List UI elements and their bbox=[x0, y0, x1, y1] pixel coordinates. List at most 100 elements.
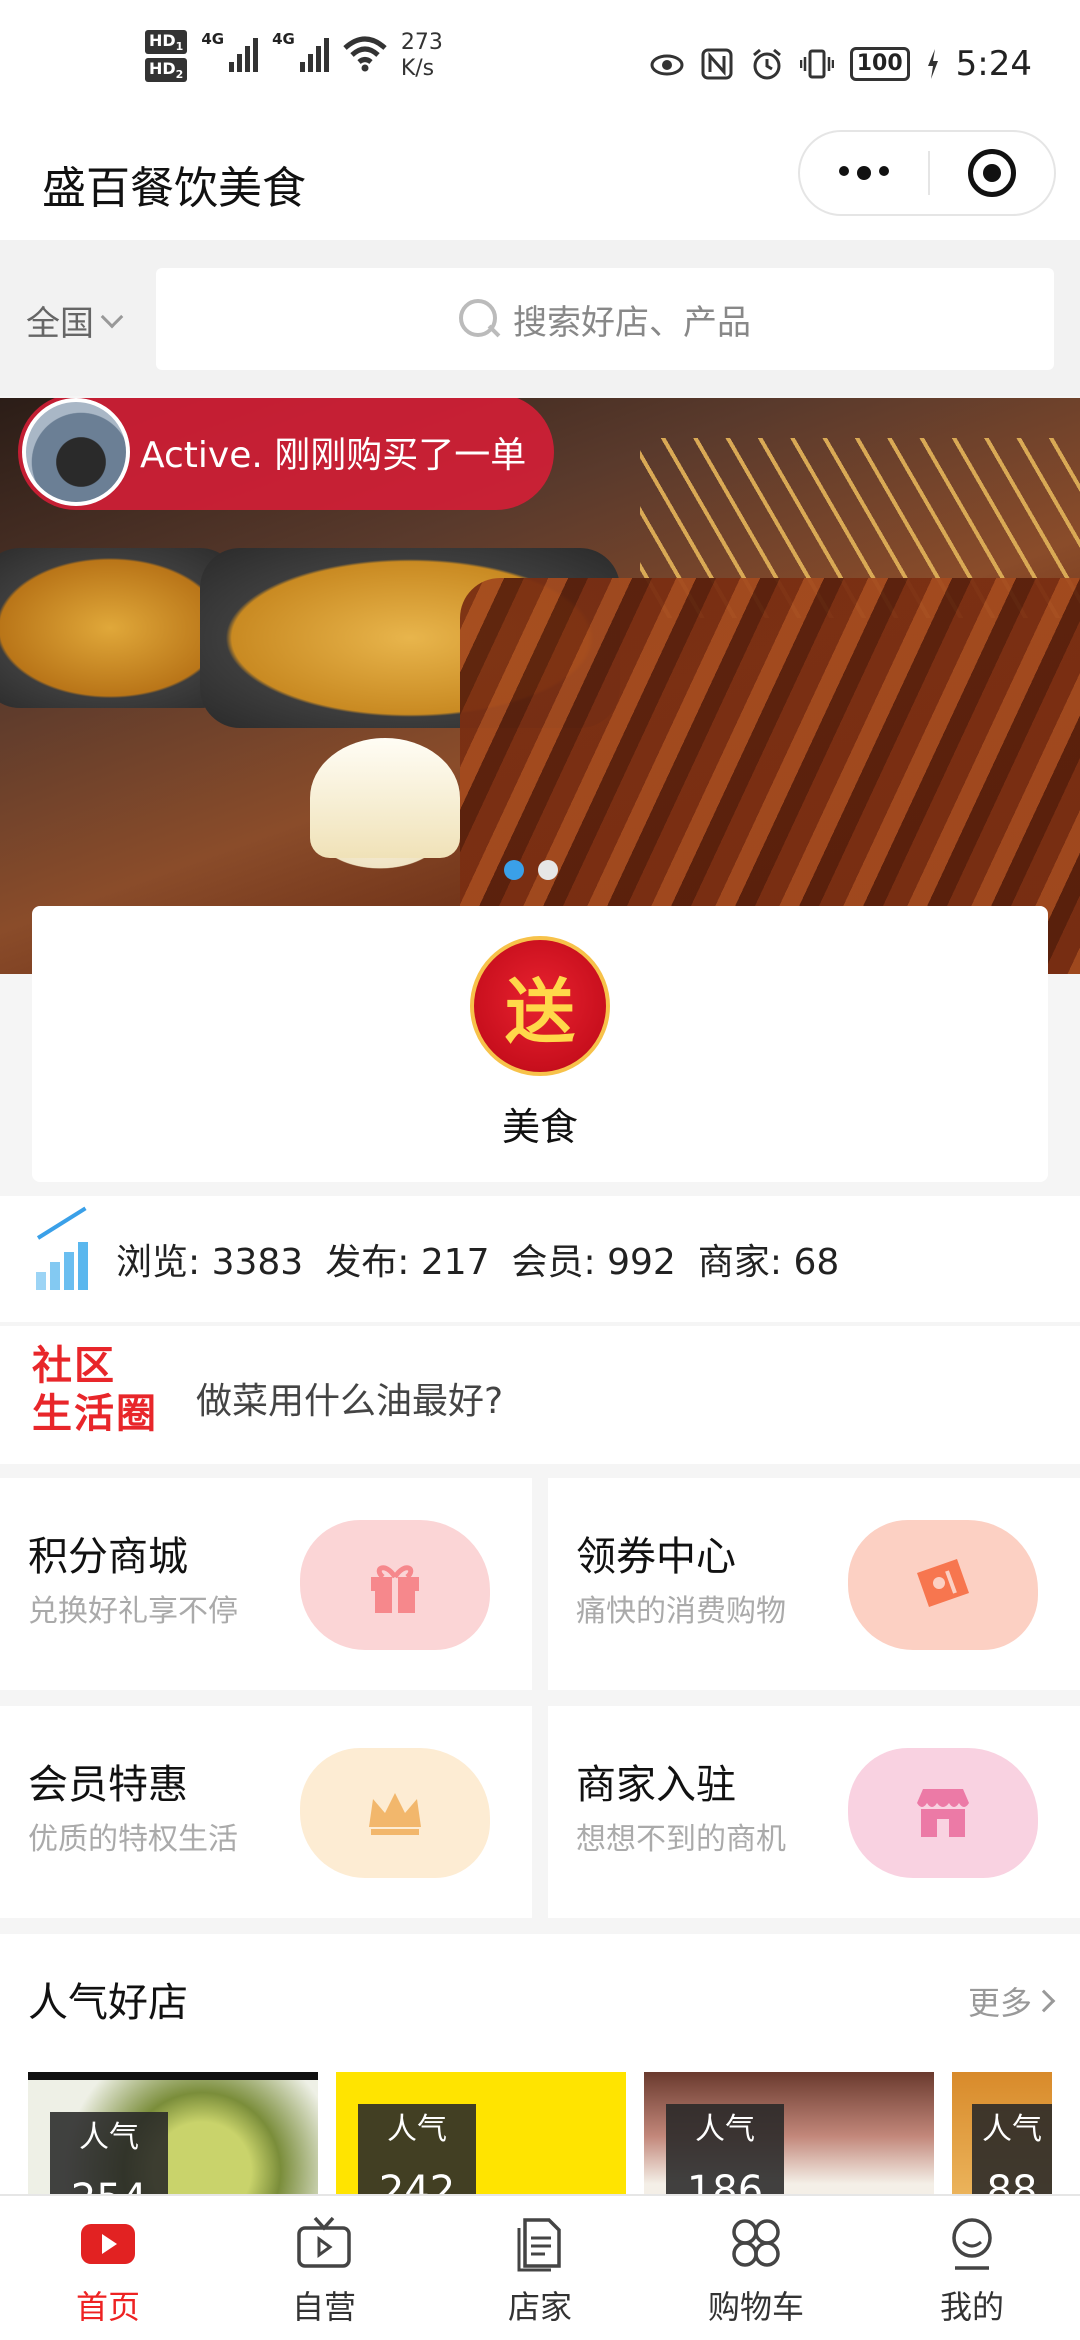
tab-profile[interactable]: 我的 bbox=[864, 2196, 1080, 2340]
chevron-down-icon bbox=[100, 305, 124, 328]
stats-bar: 浏览: 3383 发布: 217 会员: 992 商家: 68 bbox=[0, 1196, 1080, 1322]
tab-home[interactable]: 首页 bbox=[0, 2196, 216, 2340]
promo-badge bbox=[848, 1520, 1038, 1650]
shop-card[interactable]: 人气 242 bbox=[336, 2072, 626, 2194]
region-label: 全国 bbox=[26, 304, 94, 344]
user-icon bbox=[952, 2218, 992, 2270]
promo-member-deals[interactable]: 会员特惠 优质的特权生活 bbox=[0, 1706, 532, 1918]
tab-shops[interactable]: 店家 bbox=[432, 2196, 648, 2340]
search-input[interactable]: 搜索好店、产品 bbox=[156, 268, 1054, 370]
avatar bbox=[22, 398, 130, 506]
promo-coupon-center[interactable]: 领券中心 痛快的消费购物 bbox=[548, 1478, 1080, 1690]
popularity-count: 254 bbox=[50, 2164, 168, 2194]
status-bar: HD1 HD2 4G 4G 273 K/s 100 5:24 bbox=[0, 0, 1080, 130]
hd2-badge: HD2 bbox=[145, 58, 188, 83]
carousel-dot[interactable] bbox=[504, 860, 524, 880]
tab-label: 店家 bbox=[507, 2288, 572, 2326]
shop-card[interactable]: 人气 88 bbox=[952, 2072, 1052, 2194]
category-icon-text: 送 bbox=[505, 970, 575, 1053]
vibrate-icon bbox=[799, 49, 834, 79]
charging-icon bbox=[927, 49, 938, 79]
promo-subtitle: 想想不到的商机 bbox=[576, 1822, 786, 1857]
popularity-badge: 人气 bbox=[358, 2104, 476, 2156]
shop-card[interactable]: 人气 186 bbox=[644, 2072, 934, 2194]
more-link[interactable]: 更多 bbox=[967, 1978, 1056, 2024]
community-logo: 社区 生活圈 bbox=[32, 1342, 168, 1438]
bar-chart-icon bbox=[34, 1206, 96, 1290]
app-title: 盛百餐饮美食 bbox=[42, 163, 306, 214]
promo-merchant-join[interactable]: 商家入驻 想想不到的商机 bbox=[548, 1706, 1080, 1918]
popularity-badge: 人气 bbox=[50, 2112, 168, 2164]
section-title: 人气好店 bbox=[28, 1980, 188, 2026]
hd1-badge: HD1 bbox=[145, 30, 188, 55]
search-placeholder: 搜索好店、产品 bbox=[513, 302, 751, 343]
coupon-icon bbox=[917, 1559, 969, 1607]
popularity-badge: 人气 bbox=[666, 2104, 784, 2156]
stats-values: 浏览: 3383 发布: 217 会员: 992 商家: 68 bbox=[116, 1233, 839, 1285]
hd-indicators: HD1 HD2 bbox=[145, 30, 188, 83]
popularity-count: 186 bbox=[666, 2156, 784, 2194]
tab-label: 自营 bbox=[291, 2288, 356, 2326]
gift-icon bbox=[371, 1565, 419, 1613]
more-label: 更多 bbox=[967, 1984, 1032, 2022]
category-item-food[interactable]: 送 美食 bbox=[470, 936, 610, 1151]
promo-title: 积分商城 bbox=[28, 1534, 188, 1580]
promo-subtitle: 优质的特权生活 bbox=[28, 1822, 238, 1857]
community-ticker[interactable]: 社区 生活圈 做菜用什么油最好? bbox=[0, 1326, 1080, 1464]
carousel-dots bbox=[504, 860, 558, 880]
activity-notice: Active. 刚刚购买了一单 bbox=[18, 398, 555, 510]
popularity-badge: 人气 bbox=[972, 2104, 1052, 2156]
community-logo-line2: 生活圈 bbox=[32, 1391, 158, 1437]
promo-title: 商家入驻 bbox=[576, 1762, 736, 1808]
stat-merchants: 商家: 68 bbox=[697, 1242, 840, 1283]
promo-badge bbox=[300, 1520, 490, 1650]
nfc-icon bbox=[701, 48, 733, 80]
promo-title: 领券中心 bbox=[576, 1534, 736, 1580]
tab-label: 购物车 bbox=[707, 2288, 804, 2326]
promo-badge bbox=[300, 1748, 490, 1878]
eye-icon bbox=[650, 54, 684, 76]
carousel-dot[interactable] bbox=[538, 860, 558, 880]
stat-views: 浏览: 3383 bbox=[116, 1242, 304, 1283]
popularity-count: 88 bbox=[972, 2156, 1052, 2194]
bottom-tab-bar: 首页 自营 店家 购物车 我的 bbox=[0, 2194, 1080, 2340]
tab-label: 首页 bbox=[75, 2288, 140, 2326]
region-selector[interactable]: 全国 bbox=[26, 296, 124, 345]
network-speed: 273 K/s bbox=[400, 30, 443, 81]
clover-grid-icon bbox=[732, 2219, 780, 2267]
chevron-right-icon bbox=[1032, 1989, 1056, 2013]
banner-cup bbox=[310, 738, 460, 858]
document-icon bbox=[517, 2218, 561, 2272]
tab-label: 我的 bbox=[939, 2288, 1004, 2326]
alarm-icon bbox=[752, 48, 781, 80]
status-right: 100 5:24 bbox=[650, 44, 1032, 84]
target-icon bbox=[968, 149, 1016, 197]
promo-badge bbox=[848, 1748, 1038, 1878]
popularity-count: 242 bbox=[358, 2156, 476, 2194]
community-post-text[interactable]: 做菜用什么油最好? bbox=[196, 1372, 503, 1424]
promo-points-mall[interactable]: 积分商城 兑换好礼享不停 bbox=[0, 1478, 532, 1690]
clock: 5:24 bbox=[955, 44, 1032, 84]
promo-subtitle: 兑换好礼享不停 bbox=[28, 1594, 238, 1629]
tab-cart[interactable]: 购物车 bbox=[648, 2196, 864, 2340]
tab-self-operated[interactable]: 自营 bbox=[216, 2196, 432, 2340]
stat-members: 会员: 992 bbox=[511, 1242, 676, 1283]
close-target-button[interactable] bbox=[930, 149, 1054, 197]
more-dots-icon[interactable] bbox=[800, 166, 928, 180]
category-section: 送 美食 bbox=[0, 880, 1080, 1190]
home-play-icon bbox=[81, 2224, 135, 2264]
promo-subtitle: 痛快的消费购物 bbox=[576, 1594, 786, 1629]
status-left: HD1 HD2 4G 4G 273 K/s bbox=[145, 30, 443, 83]
delivery-gift-icon: 送 bbox=[470, 936, 610, 1076]
wifi-icon bbox=[343, 36, 387, 72]
promo-title: 会员特惠 bbox=[28, 1762, 188, 1808]
activity-text: Active. 刚刚购买了一单 bbox=[140, 435, 527, 476]
battery-indicator: 100 bbox=[849, 47, 910, 81]
stat-posts: 发布: 217 bbox=[325, 1242, 490, 1283]
shop-card[interactable]: 人气 254 bbox=[28, 2072, 318, 2194]
video-tv-icon bbox=[297, 2216, 351, 2268]
popular-shops-section: 人气好店 更多 人气 254 人气 242 人气 186 人气 88 bbox=[0, 1934, 1080, 2194]
crown-icon bbox=[369, 1793, 421, 1835]
signal-2-icon: 4G bbox=[272, 30, 329, 72]
category-card: 送 美食 bbox=[32, 906, 1048, 1182]
